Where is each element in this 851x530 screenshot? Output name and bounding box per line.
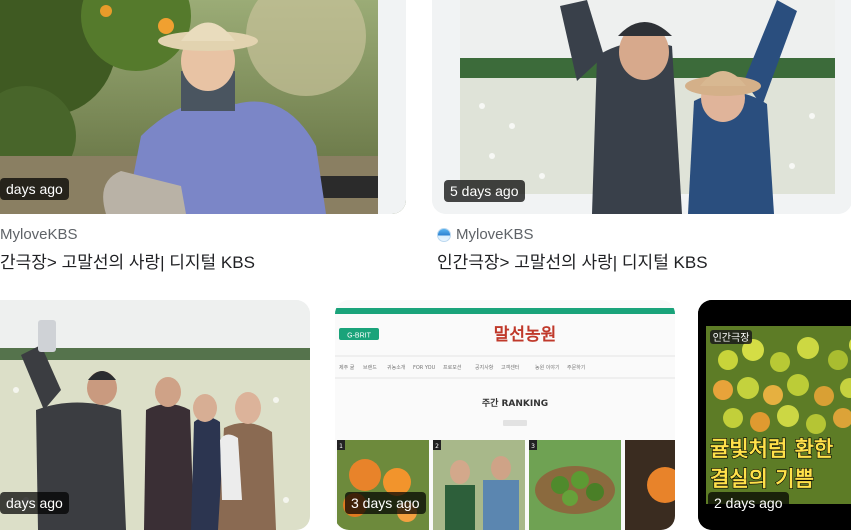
rank-label: 3 bbox=[531, 443, 535, 450]
site-menu-item: 프로모션 bbox=[443, 364, 462, 371]
video-thumbnail[interactable]: G-BRIT 말선농원 제주 귤 브랜드 귀농소개 FOR YOU 프로모션 공… bbox=[335, 300, 675, 530]
site-logo: 말선농원 bbox=[494, 324, 557, 345]
video-thumbnail[interactable]: days ago bbox=[0, 0, 406, 214]
site-menu-item: 제주 귤 bbox=[339, 364, 355, 371]
duration-badge: days ago bbox=[0, 178, 69, 200]
channel-source[interactable]: MyloveKBS bbox=[0, 226, 78, 243]
duration-badge: 5 days ago bbox=[444, 180, 525, 202]
site-menu-item: 공지사항 bbox=[475, 364, 494, 371]
channel-source[interactable]: MyloveKBS bbox=[437, 226, 534, 243]
channel-name: MyloveKBS bbox=[0, 226, 78, 243]
site-logo-tag: G-BRIT bbox=[347, 333, 371, 340]
video-thumbnail[interactable]: 인간극장 귤빛처럼 환한 결실의 기쁨 2 days ago bbox=[698, 300, 851, 530]
site-menu-item: 귀농소개 bbox=[387, 364, 406, 371]
site-menu-item: 주문하기 bbox=[567, 364, 585, 371]
video-title[interactable]: 인간극장> 고말선의 사랑| 디지털 KBS bbox=[437, 248, 708, 273]
video-title[interactable]: 간극장> 고말선의 사랑| 디지털 KBS bbox=[0, 248, 255, 273]
channel-icon bbox=[437, 227, 451, 242]
thumb-caption-line2: 결실의 기쁨 bbox=[710, 467, 814, 491]
rank-label: 2 bbox=[435, 443, 439, 450]
site-menu-item: FOR YOU bbox=[413, 365, 436, 371]
duration-badge: 2 days ago bbox=[708, 492, 789, 514]
ranking-heading: 주간 RANKING bbox=[482, 397, 548, 409]
thumb-caption-line1: 귤빛처럼 환한 bbox=[710, 437, 833, 461]
thumb-tag: 인간극장 bbox=[713, 332, 750, 344]
site-menu-item: 농원 이야기 bbox=[535, 364, 560, 371]
duration-badge: days ago bbox=[0, 492, 69, 514]
channel-name: MyloveKBS bbox=[456, 226, 534, 243]
video-thumbnail[interactable]: 5 days ago bbox=[432, 0, 851, 214]
duration-badge: 3 days ago bbox=[345, 492, 426, 514]
video-thumbnail[interactable]: days ago bbox=[0, 300, 310, 530]
site-menu-item: 고객센터 bbox=[501, 364, 519, 371]
rank-label: 1 bbox=[339, 443, 343, 450]
site-menu-item: 브랜드 bbox=[363, 364, 377, 371]
